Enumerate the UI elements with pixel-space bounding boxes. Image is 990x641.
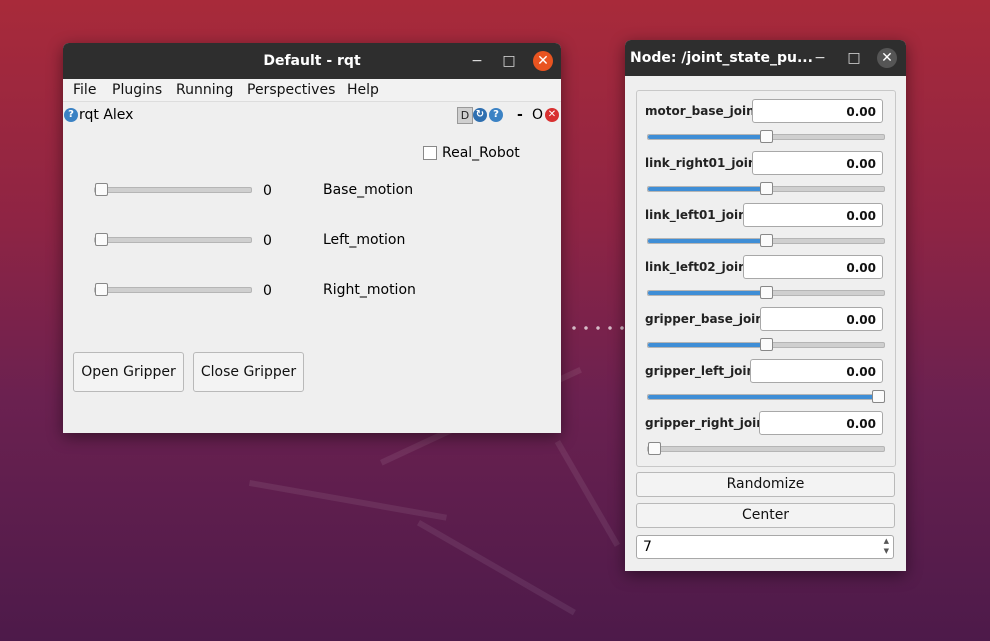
slider-handle[interactable]	[760, 234, 773, 247]
row-count-spinbox[interactable]: 7 ▲ ▼	[636, 535, 894, 559]
menu-perspectives[interactable]: Perspectives	[247, 82, 335, 98]
randomize-button[interactable]: Randomize	[636, 472, 895, 497]
right-motion-slider[interactable]	[94, 283, 252, 296]
maximize-icon[interactable]: □	[844, 48, 864, 68]
slider-fill	[648, 291, 766, 295]
help-icon[interactable]: ?	[489, 108, 503, 122]
joint-value-input[interactable]: 0.00	[759, 411, 883, 435]
close-icon[interactable]: ✕	[877, 48, 897, 68]
joint-label: gripper_base_joint	[645, 312, 770, 326]
menu-running[interactable]: Running	[176, 82, 233, 98]
joint-label: motor_base_joint	[645, 104, 761, 118]
slider-handle[interactable]	[760, 130, 773, 143]
slider-handle[interactable]	[95, 183, 108, 196]
rqt-titlebar[interactable]: Default - rqt − □ ✕	[63, 43, 561, 79]
menu-bar: File Plugins Running Perspectives Help	[63, 79, 561, 102]
slider-handle[interactable]	[760, 338, 773, 351]
spin-up-icon[interactable]: ▲	[884, 537, 889, 545]
close-icon[interactable]: ✕	[533, 51, 553, 71]
menu-plugins[interactable]: Plugins	[112, 82, 162, 98]
close-plugin-icon[interactable]: ✕	[545, 108, 559, 122]
joint-titlebar[interactable]: Node: /joint_state_pu... − □ ✕	[625, 40, 906, 76]
close-gripper-button[interactable]: Close Gripper	[193, 352, 304, 392]
maximize-icon[interactable]: □	[499, 51, 519, 71]
real-robot-label: Real_Robot	[442, 145, 520, 161]
slider-handle[interactable]	[760, 286, 773, 299]
joint-value-input[interactable]: 0.00	[752, 99, 883, 123]
slider-handle[interactable]	[872, 390, 885, 403]
joint-label: link_right01_joint	[645, 156, 763, 170]
base-motion-value: 0	[263, 183, 272, 199]
spin-down-icon[interactable]: ▼	[884, 547, 889, 555]
base-motion-label: Base_motion	[323, 182, 414, 198]
center-button[interactable]: Center	[636, 503, 895, 528]
left-motion-value: 0	[263, 233, 272, 249]
wallpaper-line	[248, 480, 447, 521]
slider-handle[interactable]	[760, 182, 773, 195]
joint-value-input[interactable]: 0.00	[743, 255, 883, 279]
slider-fill	[648, 343, 766, 347]
float-plugin-button[interactable]: O	[532, 107, 543, 123]
joint-slider[interactable]	[647, 286, 885, 299]
wallpaper-line	[554, 440, 620, 547]
base-motion-slider[interactable]	[94, 183, 252, 196]
real-robot-checkbox[interactable]	[423, 146, 437, 160]
slider-handle[interactable]	[648, 442, 661, 455]
joint-label: link_left01_joint	[645, 208, 753, 222]
joint-group: motor_base_joint 0.00 link_right01_joint…	[636, 90, 896, 467]
slider-fill	[648, 135, 766, 139]
help-icon[interactable]: ?	[64, 108, 78, 122]
left-motion-slider[interactable]	[94, 233, 252, 246]
rqt-window: Default - rqt − □ ✕ File Plugins Running…	[63, 43, 561, 433]
menu-help[interactable]: Help	[347, 82, 379, 98]
wallpaper-dots	[568, 325, 628, 331]
joint-slider[interactable]	[647, 338, 885, 351]
joint-value-input[interactable]: 0.00	[752, 151, 883, 175]
right-motion-label: Right_motion	[323, 282, 416, 298]
joint-label: gripper_right_joint	[645, 416, 771, 430]
joint-slider[interactable]	[647, 390, 885, 403]
joint-value-input[interactable]: 0.00	[760, 307, 883, 331]
slider-fill	[648, 187, 766, 191]
reload-icon[interactable]: ↻	[473, 108, 487, 122]
left-motion-label: Left_motion	[323, 232, 406, 248]
slider-fill	[648, 239, 766, 243]
spinbox-value: 7	[643, 539, 652, 555]
joint-slider[interactable]	[647, 234, 885, 247]
wallpaper-line	[417, 520, 576, 616]
plugin-title: rqt Alex	[79, 107, 134, 123]
joint-label: link_left02_joint	[645, 260, 753, 274]
slider-handle[interactable]	[95, 233, 108, 246]
minimize-icon[interactable]: −	[810, 48, 830, 68]
joint-slider[interactable]	[647, 130, 885, 143]
window-title: Node: /joint_state_pu...	[630, 50, 813, 66]
joint-label: gripper_left_joint	[645, 364, 761, 378]
minimize-plugin-button[interactable]: -	[517, 107, 523, 123]
plugin-titlebar: ? rqt Alex D ↻ ? - O ✕	[63, 102, 561, 128]
joint-state-window: Node: /joint_state_pu... − □ ✕ motor_bas…	[625, 40, 906, 571]
right-motion-value: 0	[263, 283, 272, 299]
joint-slider[interactable]	[647, 442, 885, 455]
joint-slider[interactable]	[647, 182, 885, 195]
open-gripper-button[interactable]: Open Gripper	[73, 352, 184, 392]
slider-fill	[648, 395, 878, 399]
joint-value-input[interactable]: 0.00	[743, 203, 883, 227]
minimize-icon[interactable]: −	[467, 51, 487, 71]
slider-handle[interactable]	[95, 283, 108, 296]
dock-button[interactable]: D	[457, 107, 473, 124]
joint-value-input[interactable]: 0.00	[750, 359, 883, 383]
menu-file[interactable]: File	[73, 82, 96, 98]
